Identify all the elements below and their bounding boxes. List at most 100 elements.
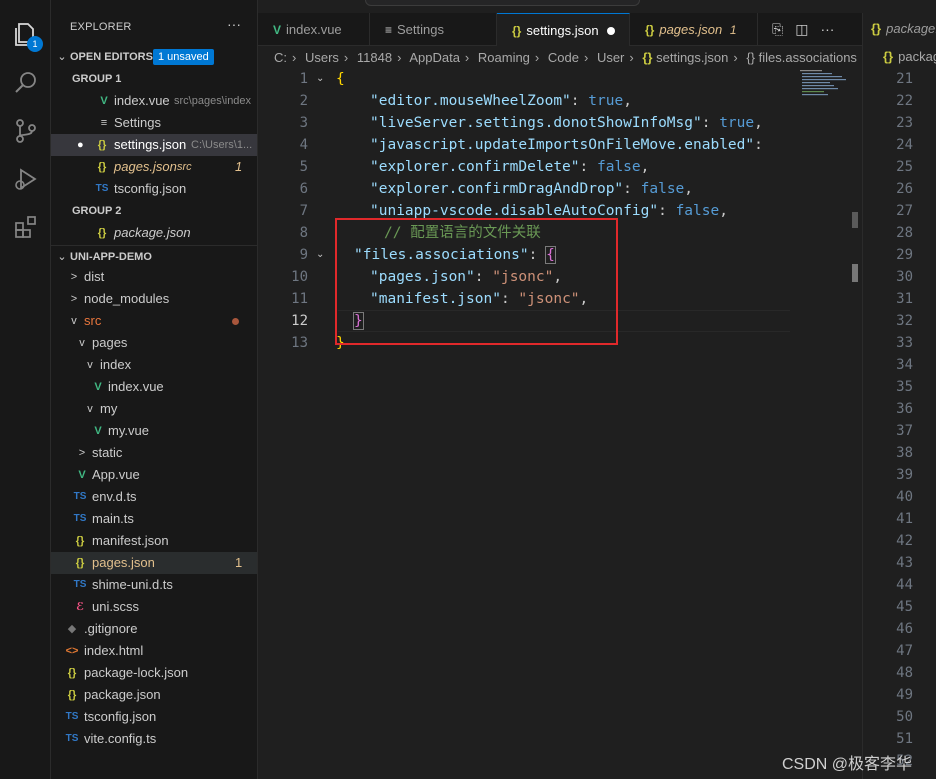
chevron-down-icon: ⌄: [57, 51, 67, 63]
open-editors-header[interactable]: ⌄ OPEN EDITORS 1 unsaved: [51, 46, 257, 68]
line-number: 34: [896, 357, 913, 373]
breadcrumb-item[interactable]: 11848: [357, 50, 392, 65]
file-item[interactable]: TS env.d.ts: [51, 486, 257, 508]
search-icon[interactable]: [12, 69, 40, 97]
file-item[interactable]: TS tsconfig.json: [51, 706, 257, 728]
unsaved-dot-icon[interactable]: [606, 27, 615, 35]
open-editor-name: index.vue: [114, 93, 170, 108]
breadcrumb-item[interactable]: User: [597, 50, 624, 65]
open-editor-item-selected[interactable]: ● {} settings.json C:\Users\1...: [51, 134, 257, 156]
file-item[interactable]: {} package-lock.json: [51, 662, 257, 684]
breadcrumb-item[interactable]: files.associations: [759, 50, 857, 65]
file-item[interactable]: V App.vue: [51, 464, 257, 486]
open-editor-item[interactable]: {} pages.json src 1: [51, 156, 257, 178]
line-number: 13: [291, 335, 308, 351]
line-number: 38: [896, 445, 913, 461]
fold-chevron-icon[interactable]: ⌄: [316, 68, 324, 90]
more-actions-icon[interactable]: ···: [820, 21, 834, 37]
breadcrumb-item[interactable]: Roaming: [478, 50, 530, 65]
line-number: 32: [896, 313, 913, 329]
minimap[interactable]: [798, 68, 858, 98]
extensions-icon[interactable]: [12, 213, 40, 241]
tree-item-label: manifest.json: [92, 533, 169, 548]
chevron-down-icon: v: [87, 403, 93, 415]
source-control-icon[interactable]: [12, 117, 40, 145]
breadcrumb: C: › Users › 11848 › AppData › Roaming › Code…: [274, 48, 857, 68]
line-number: 46: [896, 621, 913, 637]
line-number: 4: [299, 137, 308, 153]
line-number: 31: [896, 291, 913, 307]
run-debug-icon[interactable]: [12, 165, 40, 193]
file-item[interactable]: <> index.html: [51, 640, 257, 662]
tab-settings[interactable]: ≡ Settings: [370, 13, 497, 46]
split-editor-icon[interactable]: ◫: [795, 21, 808, 37]
tab-settings-json[interactable]: {} settings.json: [497, 13, 630, 46]
group-2-header[interactable]: GROUP 2: [51, 200, 257, 222]
group-1-header[interactable]: GROUP 1: [51, 68, 257, 90]
ts-file-icon: TS: [65, 711, 79, 722]
tree-item-label: App.vue: [92, 467, 140, 482]
highlight-annotation-box: [335, 218, 618, 345]
settings-list-icon: ≡: [385, 23, 393, 37]
breadcrumb-item[interactable]: Users: [305, 50, 339, 65]
folder-item[interactable]: v pages: [51, 332, 257, 354]
file-item[interactable]: {} package.json: [51, 684, 257, 706]
breadcrumb-item[interactable]: package.json: [898, 49, 936, 64]
code-editor[interactable]: 1 2 3 4 5 6 7 8 9 10 11 12 13 ⌄ ⌄ { "edi…: [258, 68, 860, 779]
open-editor-item[interactable]: TS tsconfig.json: [51, 178, 257, 200]
line-number: 9: [299, 247, 308, 263]
breadcrumb-item[interactable]: settings.json: [656, 50, 728, 65]
fold-chevron-icon[interactable]: ⌄: [316, 244, 324, 266]
project-label: UNI-APP-DEMO: [70, 251, 152, 263]
file-item[interactable]: TS vite.config.ts: [51, 728, 257, 750]
scrollbar-thumb[interactable]: [852, 212, 858, 228]
folder-item[interactable]: > dist: [51, 266, 257, 288]
folder-item[interactable]: > static: [51, 442, 257, 464]
folder-item[interactable]: > node_modules: [51, 288, 257, 310]
folder-item[interactable]: v src: [51, 310, 257, 332]
ts-file-icon: TS: [73, 513, 87, 524]
project-header[interactable]: ⌄ UNI-APP-DEMO: [51, 245, 257, 267]
tree-item-label: index.vue: [108, 379, 164, 394]
tab-package-json[interactable]: {} package.json: [871, 21, 936, 36]
file-item[interactable]: V my.vue: [51, 420, 257, 442]
open-editor-item[interactable]: {} package.json: [51, 222, 257, 244]
more-actions-icon[interactable]: ···: [227, 16, 241, 32]
file-item-selected[interactable]: {} pages.json 1: [51, 552, 257, 574]
problem-count: 1: [235, 159, 243, 174]
tab-index-vue[interactable]: Vindex.vue: [258, 13, 370, 46]
file-item[interactable]: TS shime-uni.d.ts: [51, 574, 257, 596]
open-editor-item[interactable]: V index.vue src\pages\index: [51, 90, 257, 112]
tree-item-label: static: [92, 445, 123, 460]
ts-file-icon: TS: [73, 491, 87, 502]
chevron-down-icon: v: [71, 315, 77, 327]
line-number: 50: [896, 709, 913, 725]
file-item[interactable]: ◆ .gitignore: [51, 618, 257, 640]
line-number: 27: [896, 203, 913, 219]
folder-item[interactable]: v index: [51, 354, 257, 376]
line-number: 24: [896, 137, 913, 153]
command-center[interactable]: [365, 0, 640, 6]
open-editor-item[interactable]: ≡ Settings: [51, 112, 257, 134]
breadcrumb-item[interactable]: AppData: [409, 50, 460, 65]
file-item[interactable]: V index.vue: [51, 376, 257, 398]
file-item[interactable]: ℰ uni.scss: [51, 596, 257, 618]
file-item[interactable]: {} manifest.json: [51, 530, 257, 552]
brace: {: [336, 71, 345, 87]
file-item[interactable]: TS main.ts: [51, 508, 257, 530]
unsaved-dot-icon[interactable]: ●: [77, 134, 84, 156]
tree-item-label: index.html: [84, 643, 144, 658]
tree-item-label: uni.scss: [92, 599, 139, 614]
line-number: 3: [299, 115, 308, 131]
open-changes-icon[interactable]: ⎘: [772, 21, 783, 37]
tab-pages-json[interactable]: {} pages.json 1: [630, 13, 758, 46]
folder-item[interactable]: v my: [51, 398, 257, 420]
breadcrumb-item[interactable]: C:: [274, 50, 287, 65]
open-editor-name: pages.json: [114, 159, 177, 174]
chevron-right-icon: >: [78, 447, 86, 459]
json-key: "editor.mouseWheelZoom": [370, 93, 571, 109]
line-number: 44: [896, 577, 913, 593]
json-file-icon: {}: [642, 50, 653, 65]
activity-bar: 1: [0, 0, 51, 779]
breadcrumb-item[interactable]: Code: [548, 50, 579, 65]
